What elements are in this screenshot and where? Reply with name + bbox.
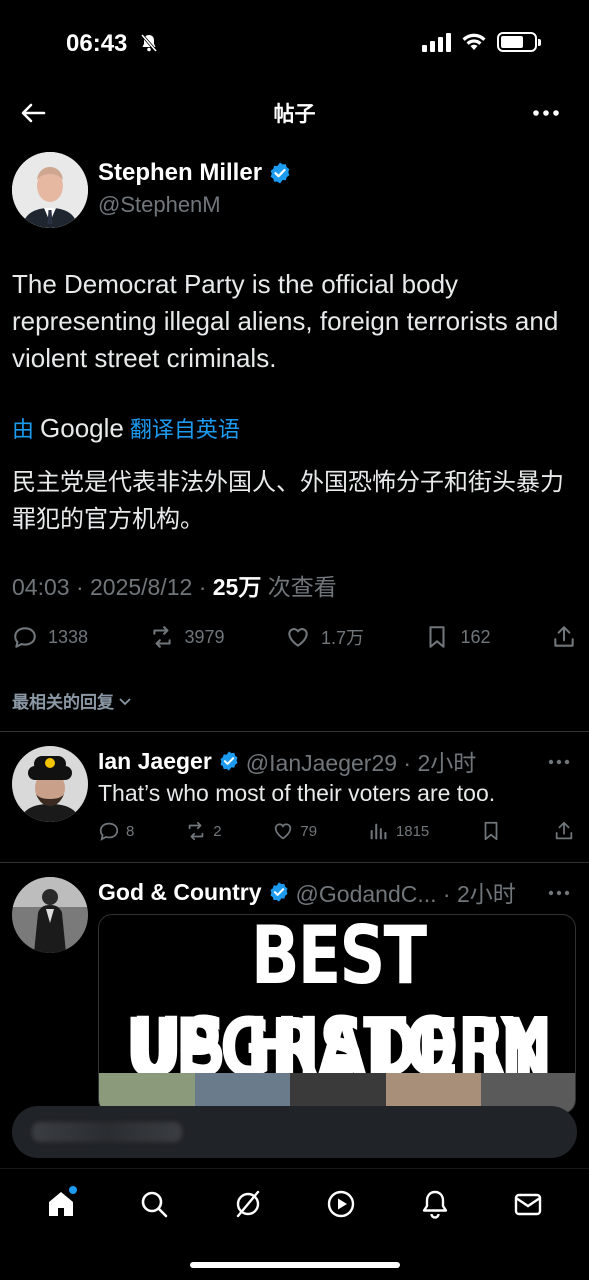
verified-badge-icon (270, 882, 288, 902)
compose-placeholder-blurred (32, 1122, 182, 1142)
like-icon (288, 628, 308, 647)
verified-badge-icon (270, 162, 290, 184)
author-handle[interactable]: @StephenM (98, 192, 221, 218)
reply-author-name[interactable]: Ian Jaeger (98, 748, 212, 775)
status-time: 06:43 (66, 30, 128, 57)
post-actions: 1338 3979 1.7万 162 (12, 622, 577, 652)
reply-text: That’s who most of their voters are too. (98, 780, 496, 806)
repost-button[interactable]: 2 (185, 820, 222, 842)
google-logo: Google (40, 412, 124, 443)
reply-author-name[interactable]: God & Country (98, 879, 262, 906)
views-icon (370, 823, 387, 840)
author-name[interactable]: Stephen Miller (98, 159, 292, 187)
bell-off-icon (140, 34, 158, 52)
author-avatar[interactable] (12, 152, 88, 228)
translation-attribution[interactable]: 由 Google 翻译自英语 (12, 412, 240, 444)
share-button[interactable] (551, 624, 577, 650)
reply-handle-time: @GodandC... · 2小时 (295, 881, 516, 907)
top-nav: 帖子 (0, 88, 589, 138)
grok-icon (236, 1190, 259, 1217)
like-icon (275, 823, 292, 840)
messages-icon (515, 1193, 542, 1215)
translated-text: 民主党是代表非法外国人、外国恐怖分子和街头暴力罪犯的官方机构。 (12, 469, 564, 533)
reply-sort-dropdown[interactable]: 最相关的回复 (12, 688, 132, 713)
post-text: The Democrat Party is the official body … (12, 269, 559, 373)
bookmark-icon (429, 626, 446, 648)
status-bar: 06:43 (0, 0, 589, 88)
reply-handle-time: @IanJaeger29 · 2小时 (245, 750, 477, 776)
reply-button[interactable]: 8 (98, 820, 134, 842)
battery-icon (497, 32, 541, 52)
tab-messages[interactable] (508, 1184, 548, 1224)
bookmark-button[interactable]: 162 (424, 624, 491, 650)
repost-icon (188, 821, 204, 841)
reply-avatar[interactable] (12, 877, 88, 953)
page-title: 帖子 (273, 103, 316, 126)
wifi-icon (462, 33, 486, 50)
notifications-icon (422, 1190, 447, 1219)
views-button[interactable]: 1815 (368, 820, 429, 842)
share-icon (554, 626, 574, 647)
cellular-signal-icon (422, 32, 451, 52)
like-button[interactable]: 1.7万 (285, 624, 364, 650)
reply-icon (14, 627, 36, 648)
chevron-down-icon (119, 697, 131, 705)
search-icon (141, 1191, 168, 1217)
views-count: 25万 (212, 574, 262, 600)
share-icon (555, 821, 573, 840)
reply-compose-input[interactable] (12, 1106, 577, 1158)
verified-badge-icon (220, 751, 238, 771)
more-horizontal-icon[interactable] (547, 883, 571, 903)
reply-icon (99, 822, 119, 841)
tab-grok[interactable] (228, 1184, 268, 1224)
tab-video[interactable] (321, 1184, 361, 1224)
tab-search[interactable] (134, 1184, 174, 1224)
reply-actions: 8 2 79 1815 (98, 820, 575, 842)
tab-notifications[interactable] (415, 1184, 455, 1224)
home-indicator (190, 1262, 400, 1268)
divider (0, 862, 589, 863)
more-horizontal-icon[interactable] (547, 752, 571, 772)
video-icon (328, 1190, 355, 1217)
reply-button[interactable]: 1338 (12, 624, 88, 650)
divider (0, 731, 589, 732)
more-horizontal-icon[interactable] (531, 100, 561, 126)
share-button[interactable] (553, 820, 575, 842)
bookmark-button[interactable] (480, 820, 502, 842)
repost-button[interactable]: 3979 (149, 624, 225, 650)
reply-media-image[interactable]: BEST UPGRADE IN US HISTORY (98, 914, 576, 1114)
notification-dot (68, 1185, 77, 1194)
bookmark-icon (484, 821, 498, 841)
post-metadata: 04:03 · 2025/8/12 · 25万 次查看 (12, 574, 337, 600)
like-button[interactable]: 79 (272, 820, 317, 842)
repost-icon (152, 626, 171, 648)
reply-avatar[interactable] (12, 746, 88, 822)
tab-home[interactable] (41, 1184, 81, 1224)
bottom-tab-bar (0, 1168, 589, 1238)
